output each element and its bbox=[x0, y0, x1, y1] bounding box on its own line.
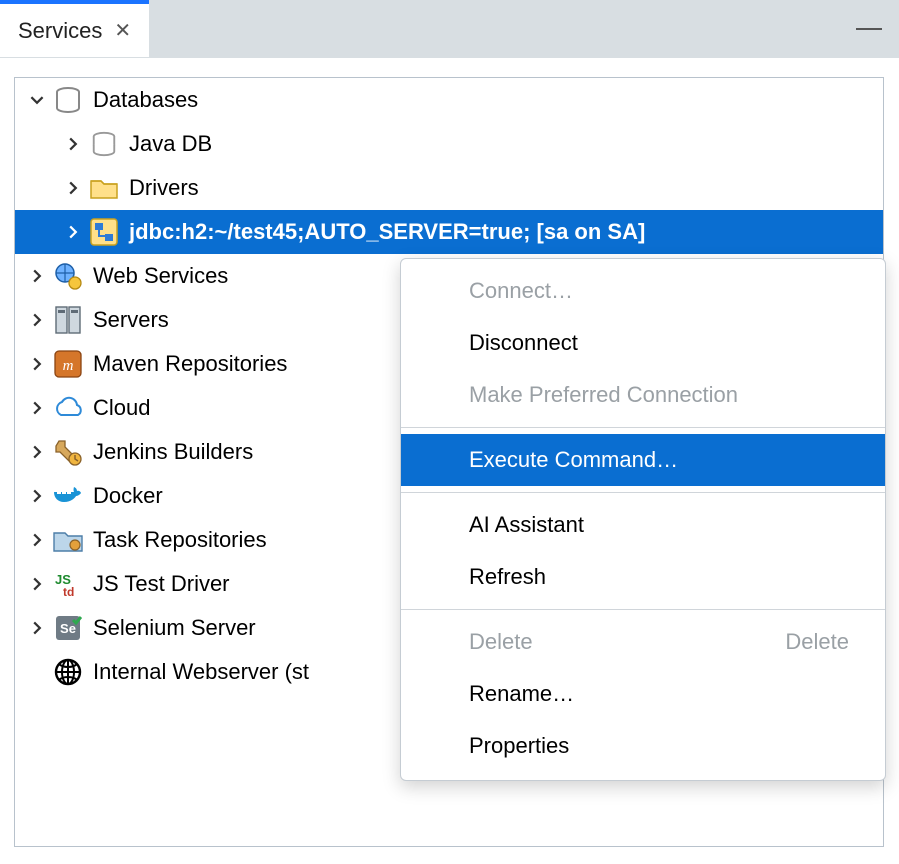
globe-icon bbox=[51, 655, 85, 689]
database-icon bbox=[51, 83, 85, 117]
selenium-icon: Se bbox=[51, 611, 85, 645]
menu-item-make-preferred: Make Preferred Connection bbox=[401, 369, 885, 421]
db-connection-icon bbox=[87, 215, 121, 249]
tree-label: Selenium Server bbox=[93, 615, 256, 641]
tree-node-drivers[interactable]: Drivers bbox=[15, 166, 883, 210]
web-services-icon bbox=[51, 259, 85, 293]
tab-services[interactable]: Services ✕ bbox=[0, 0, 149, 57]
chevron-right-icon[interactable] bbox=[23, 533, 51, 547]
menu-item-connect: Connect… bbox=[401, 265, 885, 317]
cloud-icon bbox=[51, 391, 85, 425]
chevron-none-icon bbox=[23, 665, 51, 679]
menu-item-label: Execute Command… bbox=[469, 447, 678, 473]
menu-item-properties[interactable]: Properties bbox=[401, 720, 885, 772]
tree-label: Databases bbox=[93, 87, 198, 113]
menu-item-refresh[interactable]: Refresh bbox=[401, 551, 885, 603]
chevron-right-icon[interactable] bbox=[23, 621, 51, 635]
titlebar: Services ✕ bbox=[0, 0, 899, 58]
svg-text:td: td bbox=[63, 585, 74, 598]
tree-label: Cloud bbox=[93, 395, 150, 421]
menu-separator bbox=[401, 609, 885, 610]
folder-icon bbox=[87, 171, 121, 205]
menu-item-label: Make Preferred Connection bbox=[469, 382, 738, 408]
maven-icon: m bbox=[51, 347, 85, 381]
tree-label: Internal Webserver (st bbox=[93, 659, 309, 685]
menu-item-rename[interactable]: Rename… bbox=[401, 668, 885, 720]
chevron-right-icon[interactable] bbox=[23, 489, 51, 503]
chevron-right-icon[interactable] bbox=[23, 313, 51, 327]
tree-label: Docker bbox=[93, 483, 163, 509]
titlebar-spacer bbox=[149, 0, 839, 57]
chevron-down-icon[interactable] bbox=[23, 93, 51, 107]
menu-item-label: Refresh bbox=[469, 564, 546, 590]
database-icon bbox=[87, 127, 121, 161]
tree-node-databases[interactable]: Databases bbox=[15, 78, 883, 122]
context-menu: Connect… Disconnect Make Preferred Conne… bbox=[400, 258, 886, 781]
minimize-button[interactable] bbox=[839, 0, 899, 57]
tree-label: Java DB bbox=[129, 131, 212, 157]
tree-label: jdbc:h2:~/test45;AUTO_SERVER=true; [sa o… bbox=[129, 219, 645, 245]
menu-item-label: Properties bbox=[469, 733, 569, 759]
tree-label: JS Test Driver bbox=[93, 571, 230, 597]
menu-item-ai-assistant[interactable]: AI Assistant bbox=[401, 499, 885, 551]
chevron-right-icon[interactable] bbox=[59, 137, 87, 151]
menu-item-label: Delete bbox=[469, 629, 533, 655]
chevron-right-icon[interactable] bbox=[23, 445, 51, 459]
task-repos-icon bbox=[51, 523, 85, 557]
minimize-icon bbox=[856, 28, 882, 30]
tree-label: Servers bbox=[93, 307, 169, 333]
chevron-right-icon[interactable] bbox=[23, 357, 51, 371]
menu-item-execute-command[interactable]: Execute Command… bbox=[401, 434, 885, 486]
tree-label: Drivers bbox=[129, 175, 199, 201]
tree-node-javadb[interactable]: Java DB bbox=[15, 122, 883, 166]
tree-label: Jenkins Builders bbox=[93, 439, 253, 465]
chevron-right-icon[interactable] bbox=[59, 225, 87, 239]
chevron-right-icon[interactable] bbox=[23, 269, 51, 283]
docker-icon bbox=[51, 479, 85, 513]
menu-item-label: Rename… bbox=[469, 681, 574, 707]
chevron-right-icon[interactable] bbox=[23, 401, 51, 415]
svg-text:Se: Se bbox=[60, 621, 76, 636]
menu-separator bbox=[401, 492, 885, 493]
menu-item-disconnect[interactable]: Disconnect bbox=[401, 317, 885, 369]
servers-icon bbox=[51, 303, 85, 337]
menu-item-delete: Delete Delete bbox=[401, 616, 885, 668]
tree-label: Task Repositories bbox=[93, 527, 267, 553]
menu-item-label: Connect… bbox=[469, 278, 573, 304]
tab-label: Services bbox=[18, 18, 102, 44]
tree-label: Maven Repositories bbox=[93, 351, 287, 377]
chevron-right-icon[interactable] bbox=[23, 577, 51, 591]
menu-item-label: AI Assistant bbox=[469, 512, 584, 538]
menu-item-label: Disconnect bbox=[469, 330, 578, 356]
chevron-right-icon[interactable] bbox=[59, 181, 87, 195]
app-root: Services ✕ Databases bbox=[0, 0, 899, 864]
tree-node-db-connection[interactable]: jdbc:h2:~/test45;AUTO_SERVER=true; [sa o… bbox=[15, 210, 883, 254]
menu-separator bbox=[401, 427, 885, 428]
js-test-driver-icon: JStd bbox=[51, 567, 85, 601]
svg-text:m: m bbox=[63, 358, 74, 374]
jenkins-icon bbox=[51, 435, 85, 469]
menu-item-shortcut: Delete bbox=[785, 629, 849, 655]
tree-label: Web Services bbox=[93, 263, 228, 289]
close-tab-icon[interactable]: ✕ bbox=[114, 18, 131, 43]
